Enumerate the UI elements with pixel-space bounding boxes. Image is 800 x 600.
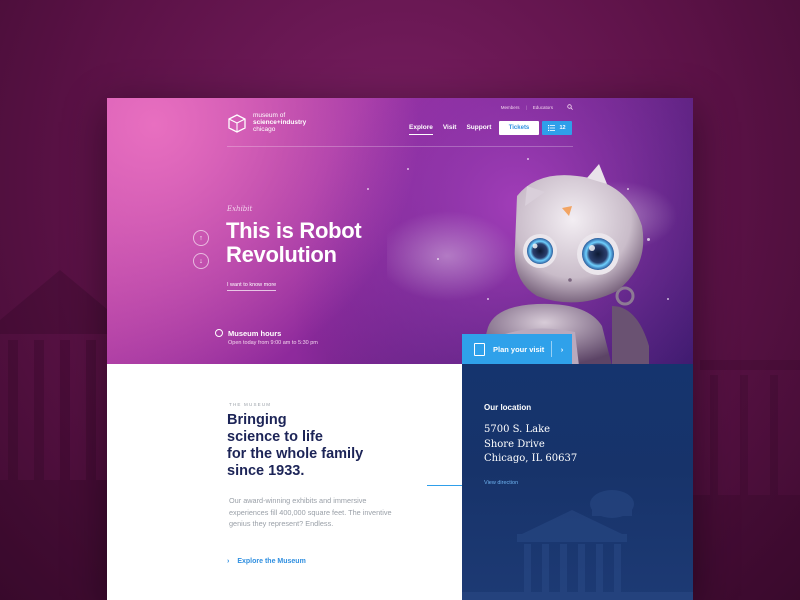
logo-line-1: museum of xyxy=(253,112,286,119)
address-line-2: Shore Drive xyxy=(484,438,545,450)
chevron-right-icon: › xyxy=(227,558,230,565)
hero-eyebrow: Exhibit xyxy=(227,205,253,213)
museum-intro-section: THE MUSEUM Bringing science to life for … xyxy=(107,364,462,600)
address: 5700 S. Lake Shore Drive Chicago, IL 606… xyxy=(484,423,577,467)
hero-headline: This is Robot Revolution xyxy=(226,219,396,267)
search-icon[interactable] xyxy=(567,104,573,110)
logo-line-2: science+industry xyxy=(253,119,307,126)
cart-count: 12 xyxy=(559,125,566,131)
background-building-right xyxy=(690,360,800,600)
nav-explore[interactable]: Explore xyxy=(409,124,433,135)
hero-headline-line-2: Revolution xyxy=(226,242,337,267)
direction-connector-line xyxy=(427,485,462,486)
members-link[interactable]: Members xyxy=(501,105,520,110)
clock-icon xyxy=(215,329,223,337)
cart-button[interactable]: 12 xyxy=(542,121,572,135)
museum-logo[interactable]: museum of science+industry chicago xyxy=(227,112,306,133)
address-line-1: 5700 S. Lake xyxy=(484,424,551,435)
museum-headline-line-2: science to life xyxy=(227,429,323,445)
museum-headline-line-1: Bringing xyxy=(227,412,287,428)
slide-up-button[interactable]: ↑ xyxy=(193,230,209,246)
museum-paragraph: Our award-winning exhibits and immersive… xyxy=(229,496,392,528)
museum-headline-line-4: since 1933. xyxy=(227,463,305,479)
know-more-link[interactable]: I want to know more xyxy=(227,282,277,291)
location-title: Our location xyxy=(484,403,532,412)
logo-text: museum of science+industry chicago xyxy=(253,112,306,133)
hero-headline-line-1: This is Robot xyxy=(226,218,362,243)
educators-link[interactable]: Educators xyxy=(533,105,553,110)
museum-building-image xyxy=(462,490,693,600)
plan-visit-label: Plan your visit xyxy=(493,344,545,354)
arrow-up-icon: ↑ xyxy=(199,234,203,242)
plan-visit-button[interactable]: Plan your visit › xyxy=(462,334,572,364)
list-icon xyxy=(548,125,556,131)
explore-museum-link[interactable]: › Explore the Museum xyxy=(227,558,306,565)
explore-museum-label: Explore the Museum xyxy=(237,558,306,565)
nav-support[interactable]: Support xyxy=(466,124,491,131)
logo-cube-icon xyxy=(228,113,246,133)
chevron-right-icon: › xyxy=(560,344,564,354)
robot-illustration xyxy=(387,164,677,364)
view-direction-link[interactable]: View direction xyxy=(484,480,518,486)
museum-headline: Bringing science to life for the whole f… xyxy=(227,412,397,480)
tickets-button[interactable]: Tickets xyxy=(499,121,539,135)
location-section: Our location 5700 S. Lake Shore Drive Ch… xyxy=(462,364,693,600)
slide-down-button[interactable]: ↓ xyxy=(193,253,209,269)
nav-visit[interactable]: Visit xyxy=(443,124,457,131)
utility-nav: Members | Educators xyxy=(501,104,573,110)
hours-text: Open today from 9:00 am to 5:30 pm xyxy=(228,340,318,346)
website-frame: museum of science+industry chicago Membe… xyxy=(107,98,693,600)
hero-section: museum of science+industry chicago Membe… xyxy=(107,98,693,364)
header-divider xyxy=(227,146,573,147)
clipboard-icon xyxy=(474,342,485,356)
main-nav: Explore Visit Support xyxy=(409,124,491,135)
address-line-3: Chicago, IL 60637 xyxy=(484,453,578,464)
utility-separator: | xyxy=(525,104,527,110)
logo-line-3: chicago xyxy=(253,126,276,133)
hours-title: Museum hours xyxy=(228,329,282,338)
section-kicker: THE MUSEUM xyxy=(229,402,272,407)
museum-headline-line-3: for the whole family xyxy=(227,446,364,462)
arrow-down-icon: ↓ xyxy=(199,257,203,265)
